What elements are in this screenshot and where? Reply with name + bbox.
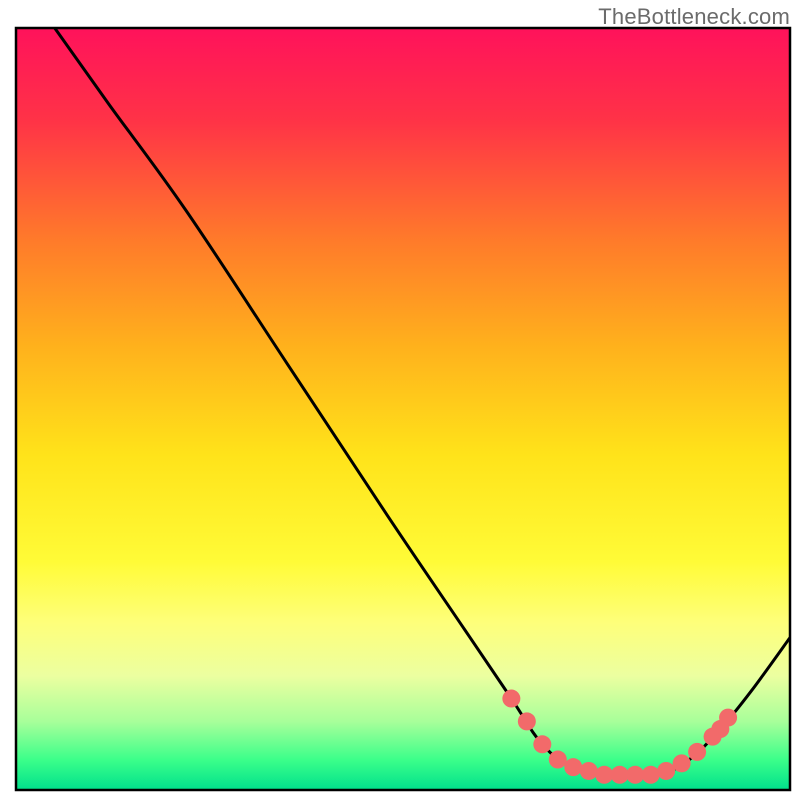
highlight-dot (580, 762, 598, 780)
highlight-dot (502, 690, 520, 708)
highlight-dot (719, 709, 737, 727)
chart-container: TheBottleneck.com (0, 0, 800, 800)
highlight-dot (564, 758, 582, 776)
highlight-dot (533, 735, 551, 753)
highlight-dot (688, 743, 706, 761)
highlight-dot (595, 766, 613, 784)
highlight-dot (673, 754, 691, 772)
gradient-background (16, 28, 790, 790)
highlight-dot (657, 762, 675, 780)
highlight-dot (642, 766, 660, 784)
highlight-dot (549, 751, 567, 769)
highlight-dot (518, 712, 536, 730)
watermark-label: TheBottleneck.com (598, 4, 790, 30)
bottleneck-chart (0, 0, 800, 800)
highlight-dot (626, 766, 644, 784)
highlight-dot (611, 766, 629, 784)
